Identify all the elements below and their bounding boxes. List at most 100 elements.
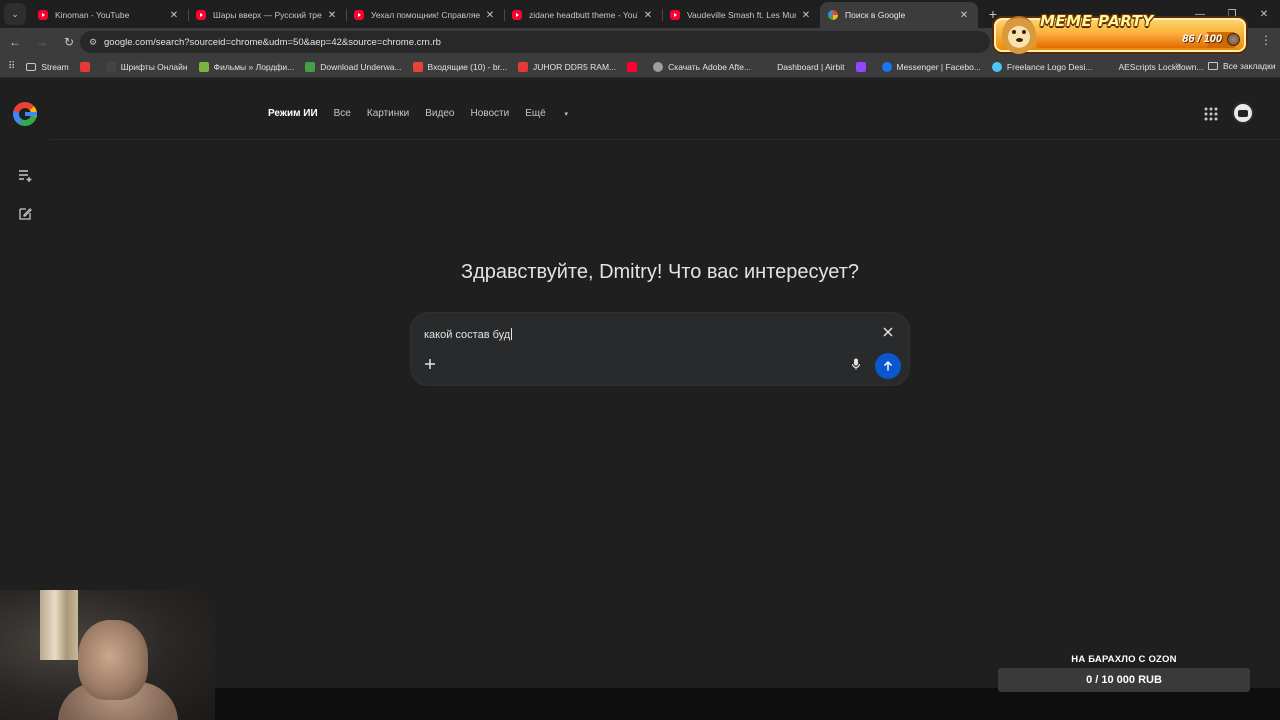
google-logo-icon[interactable]: [13, 102, 37, 126]
bookmarks-bar: ⠿ Stream Шрифты Онлайн Фильмы » Лордфи... D…: [0, 56, 1280, 78]
meme-party-title: MEME PARTY: [1040, 12, 1154, 30]
new-chat-edit-icon[interactable]: [17, 206, 33, 222]
more-bookmarks-icon[interactable]: »: [1175, 60, 1181, 71]
greeting-heading: Здравствуйте, Dmitry! Что вас интересует…: [460, 261, 860, 283]
live-icon: [79, 61, 90, 72]
microphone-icon[interactable]: [849, 357, 863, 371]
tab-close-icon[interactable]: ✕: [168, 10, 180, 21]
query-input[interactable]: какой состав буд: [424, 328, 513, 341]
bookmark-label: Messenger | Facebo...: [896, 61, 981, 72]
youtube-icon: [354, 10, 364, 20]
download-icon: [305, 61, 316, 72]
font-icon: [105, 61, 116, 72]
bookmark-label: Download Underwa...: [320, 61, 402, 72]
tab-close-icon[interactable]: ✕: [484, 10, 496, 21]
tab-title: Шары вверх — Русский трейл: [213, 10, 322, 20]
youtube-icon: [196, 10, 206, 20]
film-icon: [198, 61, 209, 72]
youtube-icon: [627, 61, 638, 72]
send-button[interactable]: [875, 353, 901, 379]
tab-news[interactable]: Новости: [470, 108, 509, 119]
plus-icon[interactable]: [423, 357, 437, 371]
account-avatar[interactable]: [1232, 102, 1254, 124]
facebook-icon: [881, 61, 892, 72]
caret-down-icon: ▾: [564, 111, 568, 118]
shop-icon: [518, 61, 529, 72]
tab-more[interactable]: Ещё ▾: [525, 108, 584, 119]
close-window-icon[interactable]: ✕: [1248, 0, 1280, 28]
tab-close-icon[interactable]: ✕: [958, 10, 970, 21]
tab-vaudeville-smash[interactable]: Vaudeville Smash ft. Les Murray ✕: [662, 2, 820, 28]
tab-all[interactable]: Все: [334, 108, 351, 119]
bookmark-item[interactable]: [79, 61, 95, 72]
tab-title: Kinoman - YouTube: [55, 10, 130, 20]
tab-ai-mode[interactable]: Режим ИИ: [268, 108, 318, 119]
bookmark-item[interactable]: Download Underwa...: [305, 61, 402, 72]
tab-videos[interactable]: Видео: [425, 108, 454, 119]
tab-kinoman[interactable]: Kinoman - YouTube ✕: [30, 2, 188, 28]
tab-close-icon[interactable]: ✕: [800, 10, 812, 21]
tab-uekhal-pomoshnik[interactable]: Уехал помощник! Справляем ✕: [346, 2, 504, 28]
youtube-icon: [512, 10, 522, 20]
all-bookmarks-label: Все закладки: [1223, 61, 1276, 71]
gear-icon: [991, 61, 1002, 72]
text-caret: [511, 328, 513, 340]
meme-party-widget: MEME PARTY 86 / 100: [994, 12, 1246, 54]
apps-grid-icon[interactable]: ⠿: [8, 61, 15, 72]
browser-menu-icon[interactable]: ⋮: [1260, 33, 1272, 47]
doge-icon: [1002, 16, 1036, 54]
url-text: google.com/search?sourceid=chrome&udm=50…: [104, 36, 441, 48]
header-divider: [50, 139, 1280, 140]
coin-icon: [1227, 33, 1240, 46]
donation-goal-value: 0 / 10 000 RUB: [1086, 674, 1162, 686]
bookmark-item[interactable]: Шрифты Онлайн: [105, 61, 188, 72]
ai-search-box[interactable]: какой состав буд: [410, 312, 910, 386]
all-bookmarks-button[interactable]: Все закладки: [1208, 61, 1276, 71]
site-settings-icon[interactable]: ⚙: [86, 35, 100, 49]
search-mode-nav: Режим ИИ Все Картинки Видео Новости Ещё …: [268, 108, 600, 119]
bookmark-item[interactable]: Stream: [26, 61, 69, 72]
folder-icon: [26, 62, 37, 71]
bookmark-item[interactable]: Скачать Adobe Afte...: [653, 61, 751, 72]
tab-images[interactable]: Картинки: [367, 108, 409, 119]
donation-goal-title: НА БАРАХЛО С OZON: [1071, 654, 1177, 665]
bookmark-item[interactable]: Freelance Logo Desi...: [991, 61, 1092, 72]
tab-zidane-headbutt[interactable]: zidane headbutt theme - YouTu ✕: [504, 2, 662, 28]
reload-icon[interactable]: ↻: [57, 30, 81, 54]
bookmark-item[interactable]: Входящие (10) - br...: [412, 61, 507, 72]
bookmark-item[interactable]: [627, 61, 642, 72]
back-arrow-icon[interactable]: ←: [3, 30, 27, 54]
bookmark-item[interactable]: Dashboard | Airbit: [762, 61, 845, 72]
bookmark-item[interactable]: Фильмы » Лордфи...: [198, 61, 295, 72]
folder-icon: [1208, 62, 1218, 70]
gmail-icon: [412, 61, 423, 72]
tab-search-chevron-icon[interactable]: ⌄: [4, 3, 26, 25]
bookmark-item[interactable]: Messenger | Facebo...: [881, 61, 981, 72]
webcam-curtain: [40, 590, 78, 660]
tab-close-icon[interactable]: ✕: [642, 10, 654, 21]
bookmark-label: Dashboard | Airbit: [777, 61, 845, 72]
twitch-icon: [855, 61, 866, 72]
bookmark-item[interactable]: JUHOR DDR5 RAM...: [518, 61, 616, 72]
tab-close-icon[interactable]: ✕: [326, 10, 338, 21]
bookmark-label: Stream: [41, 61, 69, 72]
history-list-icon[interactable]: [17, 167, 33, 183]
arrow-up-icon: [883, 360, 893, 371]
bookmark-label: Шрифты Онлайн: [120, 61, 188, 72]
bookmark-item[interactable]: AEScripts Lockdown...: [1103, 61, 1204, 72]
meme-party-count: 86 / 100: [1182, 33, 1222, 45]
google-icon: [828, 10, 838, 20]
tab-title: Vaudeville Smash ft. Les Murray: [687, 10, 796, 20]
address-bar[interactable]: ⚙ google.com/search?sourceid=chrome&udm=…: [80, 31, 990, 53]
forward-arrow-icon[interactable]: →: [30, 30, 54, 54]
tab-shary-vverkh[interactable]: Шары вверх — Русский трейл ✕: [188, 2, 346, 28]
clear-icon[interactable]: [881, 325, 895, 339]
bookmark-item[interactable]: [855, 61, 871, 72]
bookmark-label: Фильмы » Лордфи...: [213, 61, 295, 72]
google-apps-icon[interactable]: [1204, 107, 1218, 121]
tab-google-search[interactable]: Поиск в Google ✕: [820, 2, 978, 28]
bookmark-label: AEScripts Lockdown...: [1118, 61, 1204, 72]
globe-icon: [653, 61, 664, 72]
query-text: какой состав буд: [424, 329, 511, 341]
tab-title: Уехал помощник! Справляем: [371, 10, 480, 20]
